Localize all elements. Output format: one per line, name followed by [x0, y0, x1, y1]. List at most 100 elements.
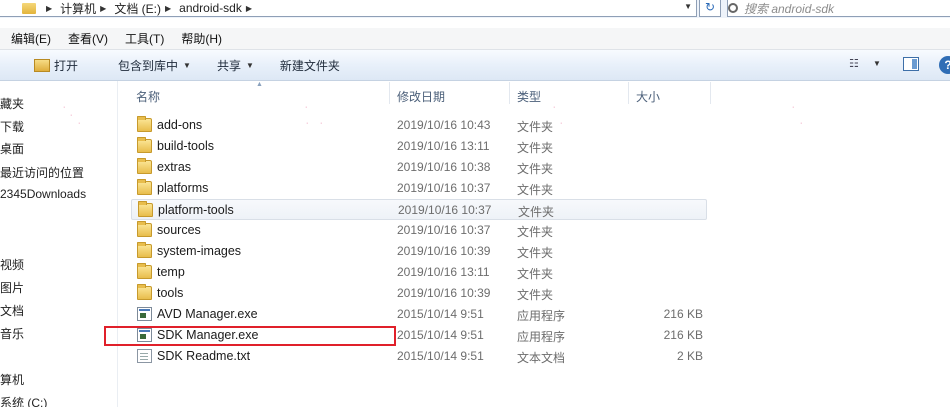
menu-edit[interactable]: 编辑(E)	[5, 30, 57, 47]
sparkle-decoration: ·	[560, 120, 563, 127]
file-type: 文件夹	[517, 246, 554, 260]
file-date: 2019/10/16 10:37	[397, 181, 491, 195]
column-divider[interactable]	[509, 82, 510, 104]
file-date: 2015/10/14 9:51	[397, 307, 484, 321]
exe-icon	[137, 307, 152, 321]
chevron-down-icon[interactable]: ▼	[873, 59, 881, 68]
file-name: platform-tools	[158, 203, 234, 217]
nav-item-2345downloads[interactable]: 2345Downloads	[0, 187, 86, 201]
table-row[interactable]: system-images 2019/10/16 10:39 文件夹	[131, 241, 707, 262]
view-options-icon[interactable]: ☷	[849, 58, 865, 70]
nav-item-computer[interactable]: 算机	[0, 371, 24, 388]
nav-item-desktop[interactable]: 桌面	[0, 140, 24, 157]
new-folder-button[interactable]: 新建文件夹	[274, 54, 346, 76]
file-name: platforms	[157, 181, 209, 195]
table-row[interactable]: add-ons 2019/10/16 10:43 文件夹	[131, 115, 707, 136]
nav-item-videos[interactable]: 视频	[0, 256, 24, 273]
menu-view[interactable]: 查看(V)	[62, 30, 114, 47]
table-row[interactable]: temp 2019/10/16 13:11 文件夹	[131, 262, 707, 283]
folder-icon	[137, 221, 152, 237]
column-divider[interactable]	[389, 82, 390, 104]
file-size: 216 KB	[663, 328, 703, 342]
column-date[interactable]: 修改日期	[397, 88, 445, 105]
file-date: 2019/10/16 10:37	[397, 223, 491, 237]
column-size[interactable]: 大小	[636, 88, 660, 105]
table-row[interactable]: tools 2019/10/16 10:39 文件夹	[131, 283, 707, 304]
breadcrumb-computer[interactable]: 计算机	[60, 0, 96, 17]
nav-item-downloads[interactable]: 下载	[0, 118, 24, 135]
file-date: 2019/10/16 10:37	[398, 203, 492, 217]
nav-item-recent-places[interactable]: 最近访问的位置	[0, 164, 84, 181]
table-row[interactable]: SDK Readme.txt 2015/10/14 9:51 文本文档 2 KB	[131, 346, 707, 367]
address-bar[interactable]: ▶ 计算机 ▶ 文档 (E:) ▶ android-sdk ▶ ▼	[0, 0, 697, 17]
file-date: 2019/10/16 10:39	[397, 244, 491, 258]
folder-icon	[137, 116, 152, 132]
file-name: extras	[157, 160, 192, 174]
refresh-button[interactable]: ↻	[699, 0, 721, 17]
search-input[interactable]: 搜索 android-sdk	[727, 0, 950, 17]
file-date: 2015/10/14 9:51	[397, 328, 484, 342]
file-size: 216 KB	[663, 307, 703, 321]
nav-item-music[interactable]: 音乐	[0, 325, 24, 342]
file-type: 文件夹	[517, 183, 554, 197]
file-date: 2019/10/16 10:43	[397, 118, 491, 132]
table-row[interactable]: extras 2019/10/16 10:38 文件夹	[131, 157, 707, 178]
file-name: add-ons	[157, 118, 203, 132]
breadcrumb-folder[interactable]: android-sdk	[179, 1, 242, 15]
nav-item-pictures[interactable]: 图片	[0, 279, 24, 296]
address-row: ▶ 计算机 ▶ 文档 (E:) ▶ android-sdk ▶ ▼ ↻ 搜索 a…	[0, 0, 950, 18]
menu-tools[interactable]: 工具(T)	[119, 30, 170, 47]
file-type: 应用程序	[517, 309, 566, 323]
folder-icon	[137, 179, 152, 195]
file-name: sources	[157, 223, 201, 237]
chevron-down-icon: ▼	[183, 60, 191, 70]
file-name: SDK Readme.txt	[157, 349, 251, 363]
sparkle-decoration: ·	[553, 104, 556, 111]
preview-pane-icon[interactable]	[903, 57, 919, 71]
file-date: 2019/10/16 13:11	[397, 265, 490, 279]
sparkle-decoration: ·	[63, 104, 66, 111]
chevron-down-icon[interactable]: ▼	[684, 2, 692, 11]
table-row[interactable]: build-tools 2019/10/16 13:11 文件夹	[131, 136, 707, 157]
file-type: 文件夹	[517, 162, 554, 176]
file-name: tools	[157, 286, 184, 300]
search-placeholder: 搜索 android-sdk	[744, 1, 835, 16]
table-row[interactable]: platforms 2019/10/16 10:37 文件夹	[131, 178, 707, 199]
file-date: 2019/10/16 10:38	[397, 160, 491, 174]
nav-item-system-drive[interactable]: 系统 (C:)	[0, 394, 47, 407]
file-name: AVD Manager.exe	[157, 307, 258, 321]
share-button[interactable]: 共享 ▼	[211, 54, 260, 76]
sparkle-decoration: ·	[800, 120, 803, 127]
chevron-right-icon[interactable]: ▶	[246, 4, 252, 13]
chevron-right-icon[interactable]: ▶	[100, 4, 106, 13]
table-row[interactable]: sources 2019/10/16 10:37 文件夹	[131, 220, 707, 241]
breadcrumb-drive[interactable]: 文档 (E:)	[114, 0, 161, 17]
file-date: 2019/10/16 10:39	[397, 286, 491, 300]
chevron-right-icon[interactable]: ▶	[165, 4, 171, 13]
menu-help[interactable]: 帮助(H)	[175, 30, 228, 47]
nav-item-favorites[interactable]: 藏夹	[0, 95, 24, 112]
column-headers: ▲ 名称 修改日期 类型 大小	[131, 81, 711, 108]
file-type: 文件夹	[517, 141, 554, 155]
sparkle-decoration: ·	[320, 120, 323, 127]
file-name: build-tools	[157, 139, 214, 153]
include-in-library-button[interactable]: 包含到库中 ▼	[112, 54, 197, 76]
folder-icon	[137, 263, 152, 279]
file-date: 2015/10/14 9:51	[397, 349, 484, 363]
highlight-annotation	[104, 326, 396, 346]
sparkle-decoration: ·	[305, 104, 308, 111]
column-type[interactable]: 类型	[517, 88, 541, 105]
column-name[interactable]: 名称	[136, 88, 160, 105]
table-row[interactable]: platform-tools 2019/10/16 10:37 文件夹	[131, 199, 707, 220]
share-label: 共享	[216, 58, 241, 73]
file-name: temp	[157, 265, 185, 279]
column-divider[interactable]	[628, 82, 629, 104]
help-icon[interactable]: ?	[939, 56, 950, 74]
open-button[interactable]: 打开	[28, 54, 84, 76]
folder-icon	[22, 2, 36, 14]
refresh-icon: ↻	[704, 0, 716, 14]
column-divider[interactable]	[710, 82, 711, 104]
nav-item-documents[interactable]: 文档	[0, 302, 24, 319]
table-row[interactable]: AVD Manager.exe 2015/10/14 9:51 应用程序 216 KB	[131, 304, 707, 325]
chevron-right-icon[interactable]: ▶	[46, 4, 52, 13]
